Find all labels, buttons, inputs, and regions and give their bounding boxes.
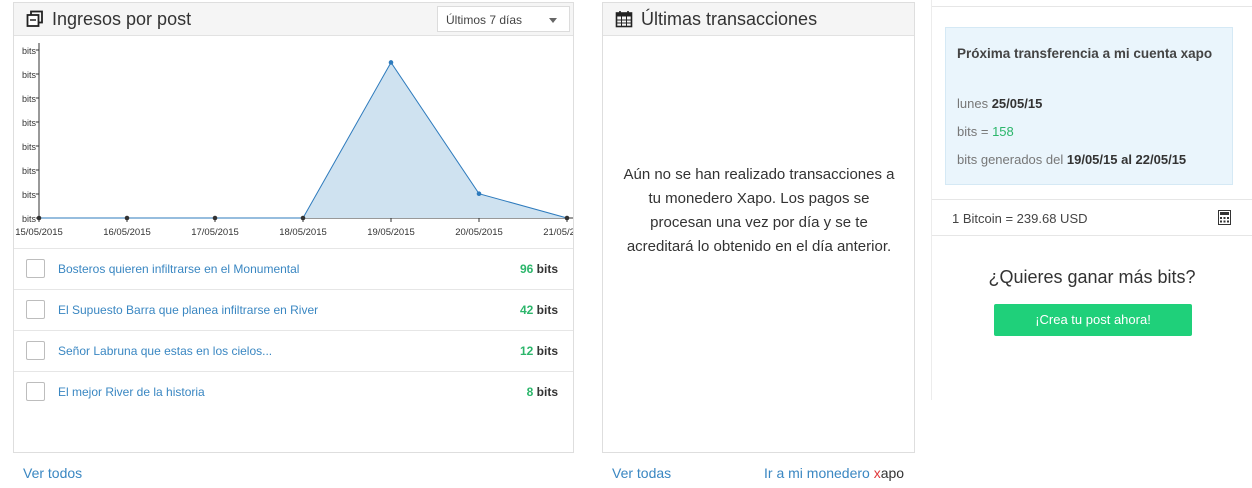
post-title-link[interactable]: El mejor River de la historia xyxy=(58,385,205,399)
post-amount: 12 bits xyxy=(520,344,558,358)
post-row: El Supuesto Barra que planea infiltrarse… xyxy=(14,289,573,330)
y-tick-label: bits xyxy=(22,70,37,80)
post-checkbox[interactable] xyxy=(26,259,45,278)
calendar-icon xyxy=(615,11,633,28)
post-checkbox[interactable] xyxy=(26,382,45,401)
see-all-posts-link[interactable]: Ver todos xyxy=(23,465,82,481)
posts-income-panel: Ingresos por post Últimos 7 días bits bit… xyxy=(13,2,574,453)
post-row: El mejor River de la historia 8 bits xyxy=(14,371,573,412)
x-tick-label: 20/05/2015 xyxy=(455,227,503,238)
bits-value: 158 xyxy=(992,124,1014,139)
post-title-link[interactable]: El Supuesto Barra que planea infiltrarse… xyxy=(58,303,318,317)
period-value: 19/05/15 al 22/05/15 xyxy=(1066,152,1187,167)
y-tick-label: bits xyxy=(22,166,37,176)
right-column-divider xyxy=(931,0,932,400)
transactions-panel-title: Últimas transacciones xyxy=(641,9,818,29)
posts-panel-header: Ingresos por post Últimos 7 días xyxy=(14,3,573,36)
wallet-link-text: Ir a mi monedero xyxy=(764,465,874,481)
next-transfer-box: Próxima transferencia a mi cuenta xapo l… xyxy=(945,27,1233,185)
y-tick-label: bits xyxy=(22,214,37,224)
go-to-wallet-link[interactable]: Ir a mi monedero xapo xyxy=(764,465,904,481)
post-checkbox[interactable] xyxy=(26,300,45,319)
post-amount-unit: bits xyxy=(536,385,558,399)
post-row: Bosteros quieren infiltrarse en el Monum… xyxy=(14,248,573,289)
x-tick-label: 21/05/2015 xyxy=(543,227,573,238)
income-chart: bits bits bits bits bits bits bits bits 15/05/20… xyxy=(15,43,573,238)
post-amount-value: 8 xyxy=(526,385,534,399)
bitcoin-rate: 1 Bitcoin = 239.68 USD xyxy=(952,211,1088,226)
period-label: bits generados del xyxy=(957,152,1064,167)
copy-icon xyxy=(26,10,43,27)
data-point xyxy=(476,191,482,196)
post-amount-value: 96 xyxy=(519,262,534,276)
next-transfer-title: Próxima transferencia a mi cuenta xapo xyxy=(957,46,1213,61)
post-amount-value: 42 xyxy=(519,303,534,317)
rate-divider-bottom xyxy=(932,235,1252,236)
date-label: lunes xyxy=(957,96,989,111)
x-tick-label: 17/05/2015 xyxy=(191,227,239,238)
x-tick-label: 15/05/2015 xyxy=(15,227,63,238)
post-amount: 42 bits xyxy=(520,303,558,317)
y-tick-label: bits xyxy=(22,118,37,128)
create-post-button[interactable]: ¡Crea tu post ahora! xyxy=(994,304,1192,336)
date-value: 25/05/15 xyxy=(991,96,1043,111)
y-tick-label: bits xyxy=(22,94,37,104)
y-tick-label: bits xyxy=(22,142,37,152)
next-transfer-bits: bits = 158 xyxy=(957,124,1014,139)
top-divider xyxy=(932,6,1252,7)
data-point xyxy=(388,60,394,65)
transactions-panel: Últimas transacciones Aún no se han real… xyxy=(602,2,915,453)
post-amount-unit: bits xyxy=(536,303,558,317)
next-transfer-date: lunes 25/05/15 xyxy=(957,96,1042,111)
transactions-panel-header: Últimas transacciones xyxy=(603,3,914,36)
income-area xyxy=(39,62,567,218)
post-title-link[interactable]: Bosteros quieren infiltrarse en el Monum… xyxy=(58,262,299,276)
bits-label: bits = xyxy=(957,124,989,139)
see-all-transactions-link[interactable]: Ver todas xyxy=(612,465,671,481)
x-tick-label: 16/05/2015 xyxy=(103,227,151,238)
y-tick-label: bits xyxy=(22,46,37,56)
post-amount-unit: bits xyxy=(536,344,558,358)
calculator-icon[interactable] xyxy=(1218,210,1231,225)
xapo-brand-rest: apo xyxy=(880,465,905,481)
post-row: Señor Labruna que estas en los cielos...… xyxy=(14,330,573,371)
posts-panel-title: Ingresos por post xyxy=(52,9,192,29)
post-checkbox[interactable] xyxy=(26,341,45,360)
post-amount: 8 bits xyxy=(527,385,558,399)
y-tick-label: bits xyxy=(22,190,37,200)
rate-divider-top xyxy=(932,199,1252,200)
post-title-link[interactable]: Señor Labruna que estas en los cielos... xyxy=(58,344,272,358)
post-amount-value: 12 xyxy=(519,344,534,358)
post-amount: 96 bits xyxy=(520,262,558,276)
post-amount-unit: bits xyxy=(536,262,558,276)
xapo-brand-x: x xyxy=(873,465,881,481)
income-line xyxy=(39,61,568,219)
date-range-value: Últimos 7 días xyxy=(446,13,523,27)
chevron-down-icon xyxy=(549,18,557,23)
cta-question: ¿Quieres ganar más bits? xyxy=(988,267,1196,287)
empty-transactions-message: Aún no se han realizado transacciones a … xyxy=(623,166,895,255)
next-transfer-period: bits generados del 19/05/15 al 22/05/15 xyxy=(957,152,1186,167)
x-tick-label: 18/05/2015 xyxy=(279,227,327,238)
x-tick-label: 19/05/2015 xyxy=(367,227,415,238)
date-range-select[interactable]: Últimos 7 días xyxy=(437,6,570,32)
